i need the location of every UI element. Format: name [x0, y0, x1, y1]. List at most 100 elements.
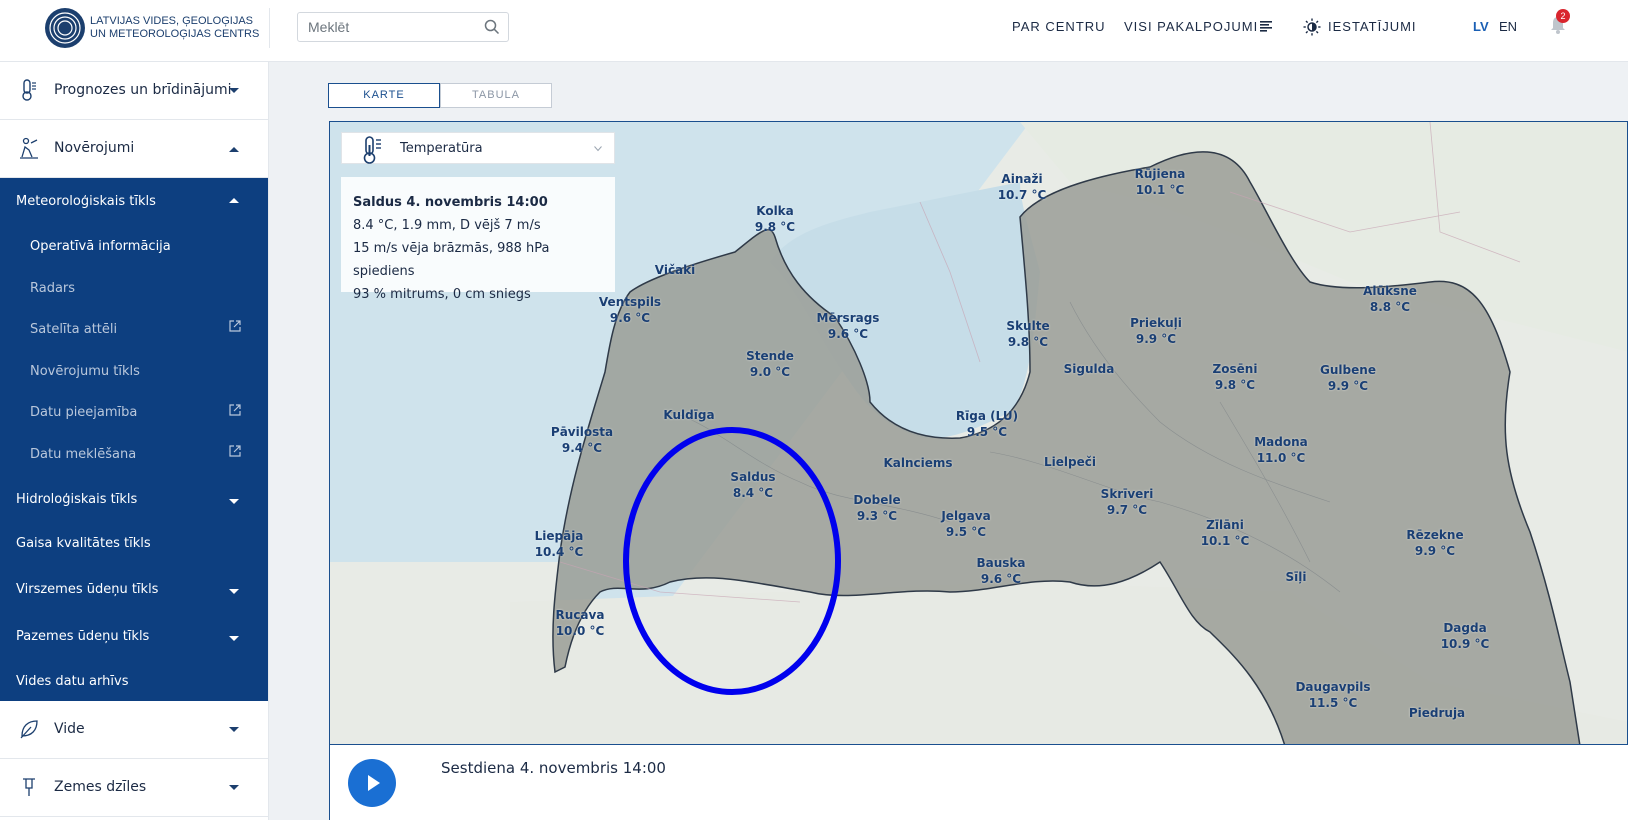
station-temp: 9.6 °C [827, 327, 869, 341]
sidebar-item-hydro-network[interactable]: Hidroloģiskais tīkls [16, 492, 137, 507]
chevron-down-icon[interactable] [228, 87, 240, 95]
thermometer-icon [363, 136, 381, 164]
play-button[interactable] [348, 759, 396, 807]
logo-text[interactable]: LATVIJAS VIDES, ĢEOLOĢIJAS UN METEOROLOĢ… [90, 15, 259, 41]
sidebar-item-surface-water[interactable]: Virszemes ūdeņu tīkls [16, 582, 158, 597]
drill-icon [23, 778, 35, 796]
chevron-down-icon[interactable] [228, 588, 240, 596]
station-label[interactable]: Alūksne 8.8 °C [1363, 283, 1417, 315]
parameter-select[interactable]: Temperatūra [341, 132, 615, 164]
notification-badge: 2 [1556, 9, 1570, 23]
chevron-down-icon[interactable] [594, 146, 602, 152]
sidebar-item-data-availability[interactable]: Datu pieejamība [30, 405, 137, 420]
sidebar-item-forecasts[interactable]: Prognozes un brīdinājumi [0, 62, 268, 120]
station-label[interactable]: Sigulda [1064, 361, 1115, 377]
lvgmc-logo-icon[interactable] [44, 7, 86, 49]
station-label[interactable]: Ventspils 9.6 °C [599, 294, 661, 326]
station-label[interactable]: Madona 11.0 °C [1254, 434, 1308, 466]
station-label[interactable]: Ainaži 10.7 °C [998, 171, 1047, 203]
station-label[interactable]: Rīga (LU) 9.5 °C [956, 408, 1018, 440]
nav-services[interactable]: VISI PAKALPOJUMI [1124, 19, 1258, 34]
nav-settings[interactable]: IESTATĪJUMI [1328, 19, 1417, 34]
tab-table[interactable]: TABULA [440, 83, 552, 108]
station-label[interactable]: Kalnciems [883, 455, 952, 471]
chevron-down-icon[interactable] [228, 498, 240, 506]
station-label[interactable]: Kolka 9.8 °C [755, 203, 795, 235]
station-label[interactable]: Priekuļi 9.9 °C [1130, 315, 1182, 347]
sidebar-item-environment[interactable]: Vide [0, 701, 268, 759]
station-name: Pāvilosta [550, 425, 614, 439]
sidebar-item-data-search[interactable]: Datu meklēšana [30, 447, 136, 462]
station-label[interactable]: Liepāja 10.4 °C [535, 528, 584, 560]
chevron-up-icon[interactable] [228, 145, 240, 153]
station-label[interactable]: Vičaki [655, 262, 696, 278]
station-label[interactable]: Bauska 9.6 °C [976, 555, 1025, 587]
station-label[interactable]: Skulte 9.8 °C [1006, 318, 1049, 350]
station-label[interactable]: Jelgava 9.5 °C [941, 508, 990, 540]
search-placeholder: Meklēt [308, 19, 350, 35]
station-label[interactable]: Kuldīga [663, 407, 714, 423]
station-label[interactable]: Dagda 10.9 °C [1441, 620, 1490, 652]
station-label[interactable]: Dobele 9.3 °C [853, 492, 900, 524]
station-label[interactable]: Stende 9.0 °C [746, 348, 794, 380]
sidebar-item-subsoil[interactable]: Zemes dzīles [0, 759, 268, 817]
station-label[interactable]: Rūjiena 10.1 °C [1135, 166, 1186, 198]
station-temp: 9.0 °C [749, 365, 791, 379]
station-name: Lielpeči [1044, 455, 1096, 469]
sidebar-item-meteo-network[interactable]: Meteoroloģiskais tīkls [16, 194, 156, 209]
observer-icon [20, 137, 38, 159]
sidebar-item-observations[interactable]: Novērojumi [0, 120, 268, 178]
timeline-timestamp: Sestdiena 4. novembris 14:00 [441, 759, 666, 777]
search-input[interactable]: Meklēt [297, 12, 509, 42]
station-temp: 9.8 °C [1214, 378, 1256, 392]
station-temp: 9.5 °C [945, 525, 987, 539]
sidebar-item-ground-water[interactable]: Pazemes ūdeņu tīkls [16, 629, 149, 644]
station-label[interactable]: Daugavpils 11.5 °C [1295, 679, 1370, 711]
sidebar-item-radar[interactable]: Radars [30, 281, 75, 296]
station-name: Bauska [976, 556, 1026, 570]
header: LATVIJAS VIDES, ĢEOLOĢIJAS UN METEOROLOĢ… [0, 0, 1628, 62]
chevron-down-icon[interactable] [228, 726, 240, 734]
station-label[interactable]: Lielpeči [1044, 454, 1096, 470]
info-line-3: 93 % mitrums, 0 cm sniegs [353, 287, 531, 302]
search-icon[interactable] [484, 19, 500, 35]
station-label[interactable]: Skrīveri 9.7 °C [1101, 486, 1154, 518]
station-label[interactable]: Zosēni 9.8 °C [1213, 361, 1258, 393]
station-label[interactable]: Piedruja [1409, 705, 1465, 721]
station-label[interactable]: Mērsrags 9.6 °C [817, 310, 880, 342]
station-temp: 10.4 °C [534, 545, 584, 559]
lang-en[interactable]: EN [1499, 19, 1517, 34]
station-label[interactable]: Pāvilosta 9.4 °C [551, 424, 613, 456]
station-name: Zīlāni [1206, 518, 1244, 532]
station-temp: 9.8 °C [754, 220, 796, 234]
station-label[interactable]: Sīļi [1286, 569, 1307, 585]
station-name: Sigulda [1063, 362, 1115, 376]
nav-about[interactable]: PAR CENTRU [1012, 19, 1106, 34]
header-divider [269, 8, 270, 48]
station-label[interactable]: Gulbene 9.9 °C [1320, 362, 1376, 394]
sidebar-item-label: Novērojumi [54, 140, 135, 156]
sidebar-item-env-archive[interactable]: Vides datu arhīvs [16, 674, 128, 689]
sun-icon[interactable] [1303, 18, 1321, 36]
station-name: Priekuļi [1130, 316, 1182, 330]
sidebar-item-label: Prognozes un brīdinājumi [54, 82, 232, 98]
station-label[interactable]: Saldus 8.4 °C [730, 469, 775, 501]
chevron-up-icon[interactable] [228, 196, 240, 204]
station-name: Stende [746, 349, 794, 363]
station-temp: 9.6 °C [609, 311, 651, 325]
chevron-down-icon[interactable] [228, 784, 240, 792]
sidebar-item-operational-info[interactable]: Operatīvā informācija [30, 239, 171, 254]
tab-map[interactable]: KARTE [328, 83, 440, 108]
external-link-icon [229, 404, 241, 416]
station-label[interactable]: Rucava 10.0 °C [556, 607, 605, 639]
chevron-down-icon[interactable] [228, 635, 240, 643]
lang-lv[interactable]: LV [1473, 19, 1489, 34]
sidebar-item-observation-network[interactable]: Novērojumu tīkls [30, 364, 140, 379]
station-label[interactable]: Zīlāni 10.1 °C [1201, 517, 1250, 549]
station-label[interactable]: Rēzekne 9.9 °C [1406, 527, 1463, 559]
station-temp: 9.9 °C [1414, 544, 1456, 558]
station-name: Rīga (LU) [955, 409, 1019, 423]
sidebar-item-air-quality[interactable]: Gaisa kvalitātes tīkls [16, 536, 151, 551]
sidebar-item-label: Zemes dzīles [54, 779, 147, 795]
sidebar-item-satellite[interactable]: Satelīta attēli [30, 322, 117, 337]
